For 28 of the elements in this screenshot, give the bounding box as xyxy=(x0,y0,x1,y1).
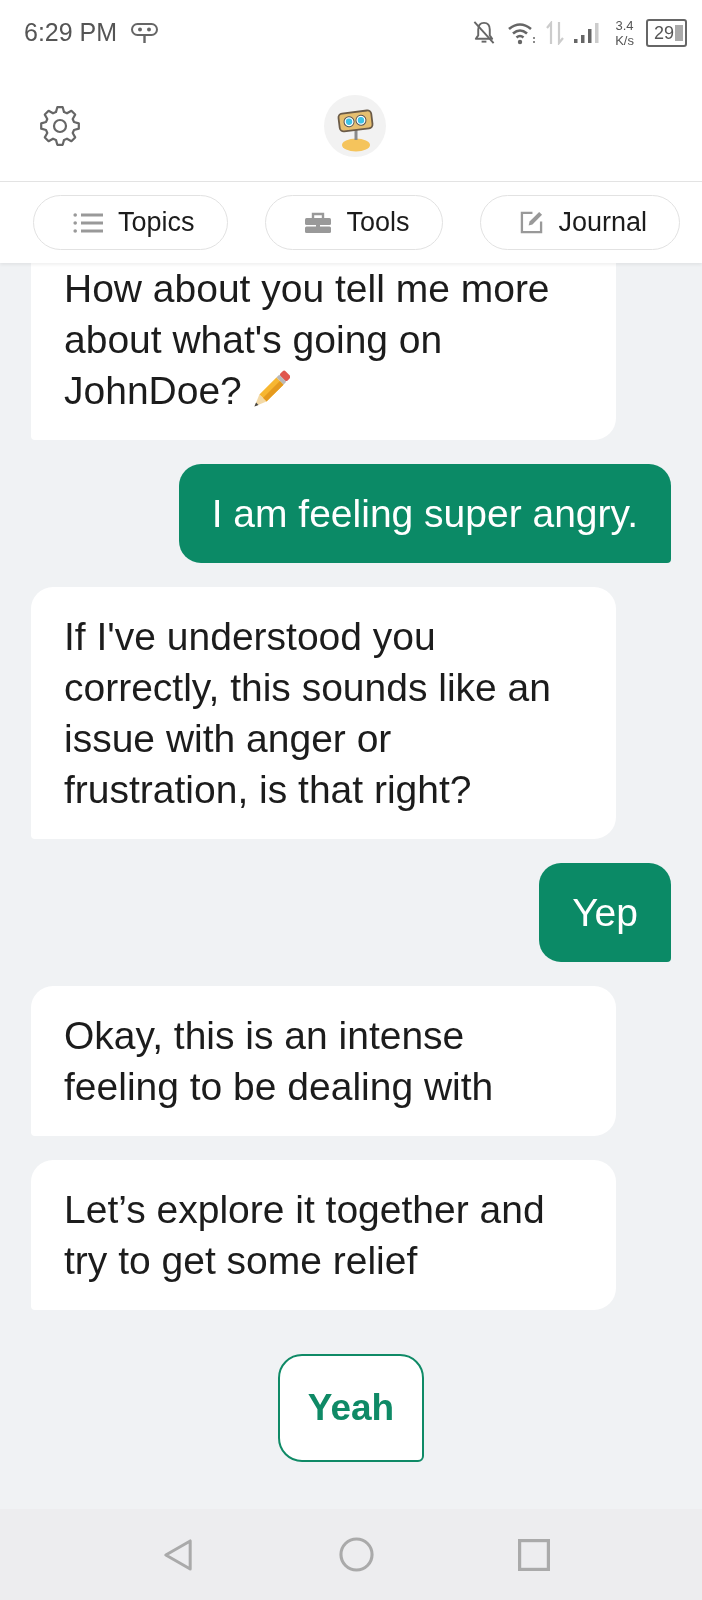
recents-square-icon xyxy=(518,1538,550,1571)
quick-reply-button[interactable]: Yeah xyxy=(277,1354,425,1462)
message-text: I am feeling super angry. xyxy=(211,492,638,535)
edit-icon xyxy=(520,211,544,234)
battery-charge-bar xyxy=(675,24,683,41)
message-text: Okay, this is an intense feeling to be dealing with xyxy=(64,1014,494,1108)
back-triangle-icon xyxy=(163,1537,193,1572)
bell-off-icon xyxy=(472,20,497,45)
robot-notification-icon xyxy=(131,23,159,44)
battery-percent: 29 xyxy=(653,23,674,42)
shortcut-chip[interactable]: Journal xyxy=(480,195,680,250)
settings-button[interactable] xyxy=(38,104,82,148)
shortcut-chip[interactable]: Tools xyxy=(265,195,443,250)
network-speed: 3.4 xyxy=(615,17,634,33)
home-circle-icon xyxy=(338,1537,374,1572)
message-text: Yep xyxy=(572,891,638,934)
network-speed-unit: K/s xyxy=(615,32,634,48)
message-text: Let’s explore it together and try to get some relief xyxy=(64,1188,545,1282)
status-time: 6:29 PM xyxy=(24,18,118,47)
wifi-icon xyxy=(507,20,538,45)
message-text: How about you tell me more about what's going on JohnDoe? xyxy=(64,267,550,412)
list-icon xyxy=(73,211,103,234)
toolbox-icon xyxy=(305,212,332,233)
signal-bars-icon xyxy=(573,21,602,44)
settings-icon xyxy=(38,104,82,148)
shortcut-chip[interactable]: Topics xyxy=(33,195,228,250)
robot-avatar-icon xyxy=(324,95,386,157)
message-text: If I've understood you correctly, this sounds like an issue with anger or frustration, is that right? xyxy=(64,615,551,811)
